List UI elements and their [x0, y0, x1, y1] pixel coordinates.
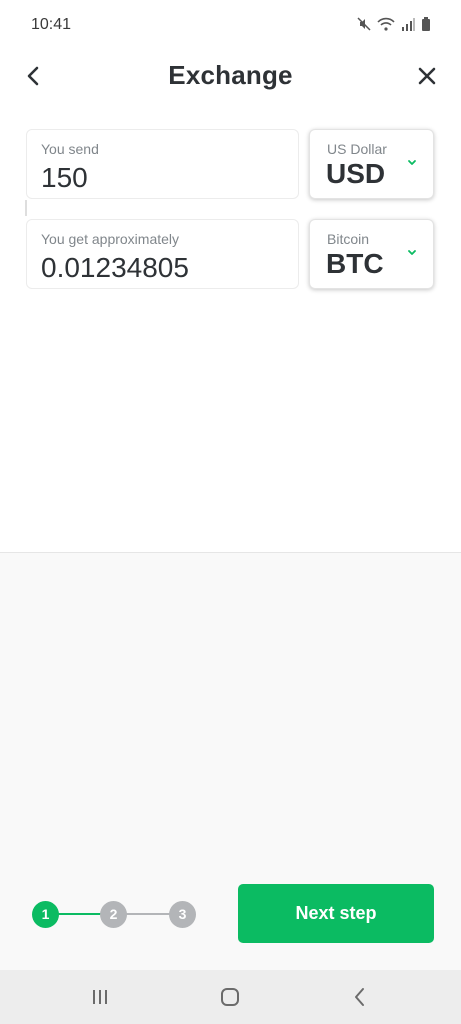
recent-apps-icon — [93, 990, 107, 1004]
divider — [25, 200, 27, 216]
page-title: Exchange — [168, 60, 293, 90]
get-label: You get approximately — [41, 231, 180, 247]
recent-apps-button[interactable] — [88, 985, 112, 1009]
get-currency-code: BTC — [326, 248, 384, 279]
system-back-button[interactable] — [348, 985, 372, 1009]
send-row: You send 150 US Dollar USD — [26, 129, 436, 201]
step-1: 1 — [32, 901, 59, 928]
status-bar: 10:41 — [0, 0, 461, 52]
back-icon — [355, 988, 364, 1006]
get-row: You get approximately 0.01234805 Bitcoin… — [26, 219, 436, 291]
get-amount-field[interactable]: You get approximately 0.01234805 — [26, 219, 299, 289]
progress-stepper: 1 2 3 — [31, 900, 201, 930]
step-3: 3 — [169, 901, 196, 928]
signal-icon — [401, 17, 415, 31]
close-icon — [418, 67, 436, 85]
send-amount[interactable]: 150 — [41, 162, 88, 194]
app-header: Exchange — [0, 52, 461, 102]
chevron-down-icon — [408, 250, 416, 255]
home-icon — [221, 988, 239, 1006]
system-nav-bar — [0, 970, 461, 1024]
home-button[interactable] — [218, 985, 242, 1009]
get-amount[interactable]: 0.01234805 — [41, 252, 189, 284]
chevron-down-icon — [408, 160, 416, 165]
step-2: 2 — [100, 901, 127, 928]
next-step-button[interactable]: Next step — [238, 884, 434, 943]
send-label: You send — [41, 141, 99, 157]
mute-icon — [357, 17, 371, 31]
battery-icon — [421, 17, 431, 31]
close-button[interactable] — [413, 62, 441, 90]
send-currency-code: USD — [326, 158, 386, 189]
send-currency-selector[interactable]: US Dollar USD — [309, 129, 434, 199]
status-icons — [357, 17, 431, 31]
wifi-icon — [377, 17, 395, 31]
status-time: 10:41 — [31, 16, 72, 33]
send-currency-name: US Dollar — [327, 141, 387, 157]
get-currency-selector[interactable]: Bitcoin BTC — [309, 219, 434, 289]
send-amount-field[interactable]: You send 150 — [26, 129, 299, 199]
get-currency-name: Bitcoin — [327, 231, 370, 247]
